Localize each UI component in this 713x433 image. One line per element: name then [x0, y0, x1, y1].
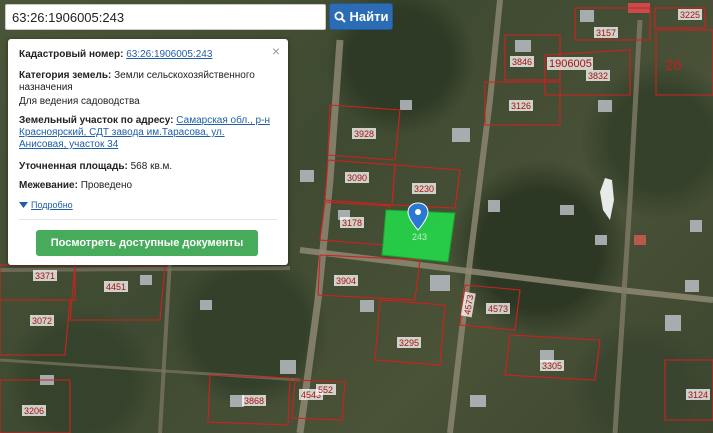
search-button[interactable]: Найти	[329, 3, 393, 30]
parcel-label: 3124	[688, 390, 708, 400]
details-toggle[interactable]: Подробно	[19, 199, 73, 211]
survey-row: Межевание: Проведено	[19, 180, 274, 192]
parcel-label: 3868	[244, 396, 264, 406]
divider	[19, 219, 277, 220]
cadastral-number-link[interactable]: 63:26:1906005:243	[126, 49, 212, 60]
road	[447, 0, 503, 433]
parcel-label: 3090	[347, 173, 367, 183]
parcel-label: 3371	[35, 271, 55, 281]
cadastral-number-row: Кадастровый номер: 63:26:1906005:243	[19, 49, 274, 61]
parcel-info-popup: × Кадастровый номер: 63:26:1906005:243 К…	[8, 39, 288, 265]
land-usage-value: Для ведения садоводства	[19, 96, 140, 107]
white-patch	[600, 178, 614, 220]
details-label: Подробно	[31, 200, 73, 210]
parcel-label: 4573	[462, 294, 475, 315]
parcel-label: 3305	[542, 361, 562, 371]
parcel-label: 3832	[588, 71, 608, 81]
red-roof	[634, 235, 646, 245]
land-category-row: Категория земель: Земли сельскохозяйстве…	[19, 70, 274, 94]
parcel-label: 26	[665, 57, 682, 74]
parcel-label: 4451	[106, 282, 126, 292]
parcel-label: 3295	[399, 338, 419, 348]
view-documents-button[interactable]: Посмотреть доступные документы	[36, 230, 258, 256]
details-row: Подробно	[19, 199, 274, 213]
parcel-label: 552	[318, 385, 333, 395]
area-value: 568 кв.м.	[130, 161, 173, 172]
cadastral-number-label: Кадастровый номер:	[19, 49, 124, 60]
address-label: Земельный участок по адресу:	[19, 115, 174, 126]
parcel-label: 3230	[414, 184, 434, 194]
search-icon	[334, 11, 346, 23]
parcel-label: 3206	[24, 406, 44, 416]
search-input[interactable]	[5, 4, 326, 30]
road	[158, 259, 172, 433]
road	[612, 19, 643, 433]
area-label: Уточненная площадь:	[19, 161, 128, 172]
parcel-label: 4573	[488, 304, 508, 314]
survey-value: Проведено	[80, 180, 133, 191]
parcel-label: 3157	[596, 28, 616, 38]
area-row: Уточненная площадь: 568 кв.м.	[19, 161, 274, 173]
parcel-label: 3178	[342, 218, 362, 228]
selected-parcel-label: 243	[412, 232, 427, 242]
land-category-label: Категория земель:	[19, 70, 112, 81]
parcel-label: 3225	[680, 10, 700, 20]
triangle-down-icon	[19, 201, 28, 208]
address-row: Земельный участок по адресу: Самарская о…	[19, 115, 274, 151]
parcel-label: 3846	[512, 57, 532, 67]
parcel-label: 1906005	[549, 58, 592, 70]
parcel-label: 3126	[511, 101, 531, 111]
road	[0, 266, 291, 272]
search-button-label: Найти	[349, 9, 389, 24]
parcel-label: 3904	[336, 276, 356, 286]
parcel-label: 3928	[354, 129, 374, 139]
parcel-label: 3072	[32, 316, 52, 326]
land-usage-row: Для ведения садоводства	[19, 96, 274, 108]
survey-label: Межевание:	[19, 180, 78, 191]
